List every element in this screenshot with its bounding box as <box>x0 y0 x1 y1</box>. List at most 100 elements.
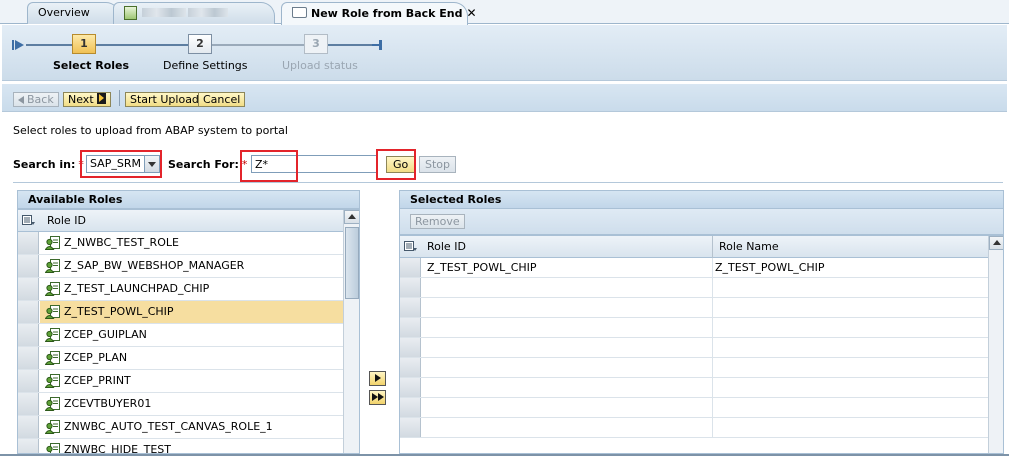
role-icon <box>44 374 60 388</box>
roadmap-step-1[interactable]: 1 <box>72 34 96 54</box>
back-arrow-icon <box>18 96 24 104</box>
role-id-cell: ZCEP_PRINT <box>64 374 131 387</box>
back-button: Back <box>13 92 59 107</box>
scroll-up-icon[interactable] <box>989 236 1003 250</box>
role-icon <box>44 420 60 434</box>
search-for-input[interactable] <box>251 155 377 173</box>
roadmap-connector <box>328 44 372 46</box>
selected-roles-scrollbar[interactable] <box>988 236 1003 453</box>
column-header-role-id[interactable]: Role ID <box>47 210 86 232</box>
available-roles-scrollbar[interactable] <box>343 210 359 453</box>
column-header-role-name[interactable]: Role Name <box>719 236 779 258</box>
table-row[interactable]: ZCEP_PLAN <box>18 347 343 370</box>
table-row[interactable]: ZNWBC_AUTO_TEST_CANVAS_ROLE_1 <box>18 416 343 439</box>
empty-table-row <box>400 378 988 398</box>
row-selector <box>400 378 421 397</box>
role-id-cell: Z_SAP_BW_WEBSHOP_MANAGER <box>64 259 245 272</box>
role-icon <box>44 236 60 250</box>
column-divider <box>712 298 713 318</box>
role-id-cell: ZNWBC_AUTO_TEST_CANVAS_ROLE_1 <box>64 420 273 433</box>
scroll-up-icon[interactable] <box>344 210 359 224</box>
blurred-tab-text <box>188 8 228 17</box>
column-divider <box>712 418 713 438</box>
table-row[interactable]: ZNWBC_HIDE_TEST <box>18 439 343 453</box>
tab-overview-label: Overview <box>38 6 90 19</box>
tab-transaction[interactable] <box>113 2 275 24</box>
scroll-thumb[interactable] <box>345 227 359 299</box>
role-id-cell: Z_TEST_LAUNCHPAD_CHIP <box>64 282 210 295</box>
roadmap-label-select-roles: Select Roles <box>53 59 130 72</box>
table-row[interactable]: ZCEP_GUIPLAN <box>18 324 343 347</box>
table-row[interactable]: ZCEP_PRINT <box>18 370 343 393</box>
role-icon <box>44 305 60 319</box>
close-icon[interactable]: ✕ <box>467 6 477 20</box>
row-selector <box>400 358 421 377</box>
role-id-cell: ZCEVTBUYER01 <box>64 397 152 410</box>
available-roles-table: Role ID Z_NWBC_TEST_ROLE Z_SAP_BW_WEBSHOP… <box>17 209 360 454</box>
tab-overview[interactable]: Overview <box>27 2 120 24</box>
row-selector[interactable] <box>18 347 39 369</box>
search-in-select[interactable]: SAP_SRM <box>86 155 160 173</box>
role-id-cell: Z_TEST_POWL_CHIP <box>64 305 174 318</box>
table-row[interactable]: Z_TEST_LAUNCHPAD_CHIP <box>18 278 343 301</box>
chevron-down-icon[interactable] <box>144 156 159 172</box>
cancel-button[interactable]: Cancel <box>198 92 246 107</box>
roadmap-step-2[interactable]: 2 <box>188 34 212 54</box>
roadmap-connector <box>96 44 188 46</box>
row-selector[interactable] <box>18 301 39 323</box>
go-button[interactable]: Go <box>386 156 416 173</box>
required-mark: * <box>78 158 84 171</box>
move-all-right-icon[interactable] <box>369 390 386 405</box>
table-header: Role ID <box>18 210 343 232</box>
roadmap-connector <box>212 44 304 46</box>
remove-button: Remove <box>410 214 465 229</box>
column-header-role-id[interactable]: Role ID <box>427 236 466 258</box>
row-selector[interactable] <box>400 258 421 277</box>
column-divider <box>712 358 713 378</box>
selected-roles-toolbar: Remove <box>399 209 1004 235</box>
row-selector[interactable] <box>18 393 39 415</box>
row-selector <box>400 278 421 297</box>
empty-table-row <box>400 278 988 298</box>
tab-new-role-label: New Role from Back End <box>311 7 463 20</box>
selected-roles-title: Selected Roles <box>399 190 1004 209</box>
row-selector[interactable] <box>18 232 39 254</box>
row-selector[interactable] <box>18 416 39 438</box>
column-settings-icon[interactable] <box>404 241 417 252</box>
row-selector[interactable] <box>18 255 39 277</box>
column-divider <box>712 318 713 338</box>
search-in-value: SAP_SRM <box>90 157 141 170</box>
roadmap-end-icon <box>372 40 382 50</box>
next-button[interactable]: Next <box>63 92 111 107</box>
row-selector[interactable] <box>18 439 39 453</box>
empty-table-row <box>400 358 988 378</box>
search-in-label: Search in: * <box>13 158 84 171</box>
stop-button: Stop <box>419 156 457 173</box>
available-roles-title: Available Roles <box>17 190 360 209</box>
empty-table-row <box>400 338 988 358</box>
row-selector <box>400 398 421 417</box>
table-row[interactable]: Z_NWBC_TEST_ROLE <box>18 232 343 255</box>
table-row[interactable]: Z_TEST_POWL_CHIP <box>18 301 343 324</box>
table-row[interactable]: Z_SAP_BW_WEBSHOP_MANAGER <box>18 255 343 278</box>
column-settings-icon[interactable] <box>22 215 35 226</box>
instruction-text: Select roles to upload from ABAP system … <box>13 124 288 137</box>
tab-new-role-from-back-end[interactable]: New Role from Back End ✕ <box>281 2 477 25</box>
table-row[interactable]: ZCEVTBUYER01 <box>18 393 343 416</box>
start-upload-button[interactable]: Start Upload <box>125 92 204 107</box>
roadmap-start-icon <box>12 40 24 50</box>
row-selector[interactable] <box>18 324 39 346</box>
bottom-border <box>0 454 1009 456</box>
role-icon <box>44 397 60 411</box>
table-row[interactable]: Z_TEST_POWL_CHIP Z_TEST_POWL_CHIP <box>400 258 988 278</box>
row-selector[interactable] <box>18 370 39 392</box>
row-selector[interactable] <box>18 278 39 300</box>
empty-table-row <box>400 418 988 438</box>
divider <box>13 182 1003 183</box>
search-for-label: Search For: * <box>168 158 247 171</box>
role-icon <box>44 282 60 296</box>
move-right-icon[interactable] <box>369 371 386 386</box>
transaction-icon <box>124 6 137 20</box>
folder-icon <box>292 7 307 18</box>
role-icon <box>44 328 60 342</box>
